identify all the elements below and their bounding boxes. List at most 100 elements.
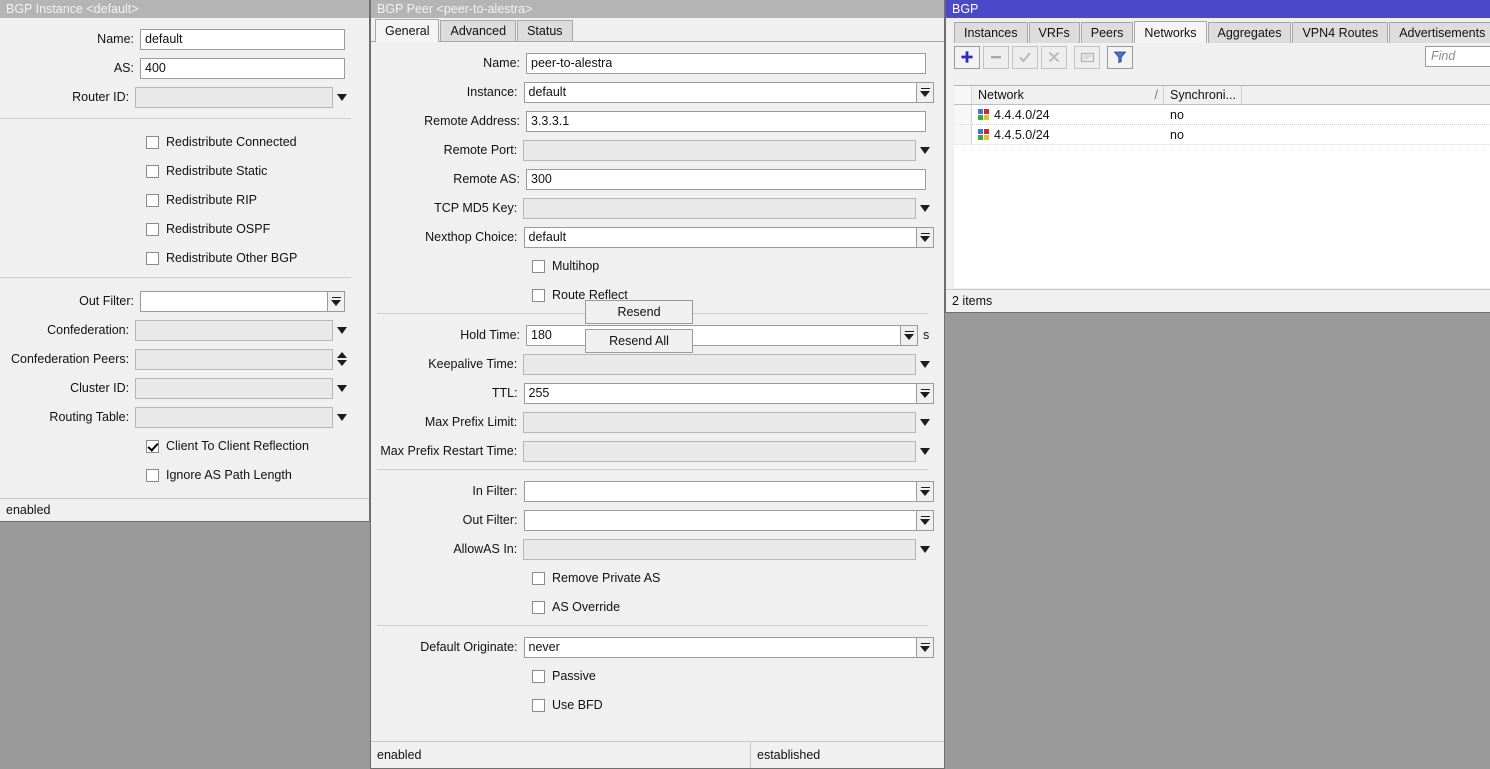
- tab-instances[interactable]: Instances: [954, 22, 1028, 43]
- tab-peers[interactable]: Peers: [1081, 22, 1134, 43]
- checkbox-as-override[interactable]: [532, 601, 545, 614]
- checkbox-remove-private-as[interactable]: [532, 572, 545, 585]
- checkbox-row-redistribute-connected[interactable]: Redistribute Connected: [0, 131, 351, 153]
- input-peer-out-filter[interactable]: [524, 510, 917, 531]
- enable-button[interactable]: [1012, 46, 1038, 69]
- chevron-down-icon-router-id[interactable]: [333, 87, 351, 108]
- add-button[interactable]: [954, 46, 980, 69]
- input-router-id[interactable]: [135, 87, 333, 108]
- bgp-peer-titlebar[interactable]: BGP Peer <peer-to-alestra>: [371, 0, 944, 18]
- input-confederation-peers[interactable]: [135, 349, 333, 370]
- chevron-down-icon-tcp-md5-key[interactable]: [916, 198, 934, 219]
- chevron-down-icon-cluster-id[interactable]: [333, 378, 351, 399]
- tab-vrfs[interactable]: VRFs: [1029, 22, 1080, 43]
- chevron-down-icon-routing-table[interactable]: [333, 407, 351, 428]
- input-routing-table[interactable]: [135, 407, 333, 428]
- remove-button[interactable]: [983, 46, 1009, 69]
- checkbox-row-redistribute-other-bgp[interactable]: Redistribute Other BGP: [0, 247, 351, 269]
- input-default-originate[interactable]: never: [524, 637, 917, 658]
- dropdown-button-peer-instance[interactable]: [917, 82, 934, 103]
- input-instance-as[interactable]: 400: [140, 58, 345, 79]
- input-max-prefix-limit[interactable]: [523, 412, 916, 433]
- checkbox-passive[interactable]: [532, 670, 545, 683]
- chevron-down-icon-max-prefix-limit[interactable]: [916, 412, 934, 433]
- chevron-down-icon-confederation[interactable]: [333, 320, 351, 341]
- tab-advertisements[interactable]: Advertisements: [1389, 22, 1490, 43]
- input-instance-out-filter[interactable]: [140, 291, 328, 312]
- dropdown-button-hold-time[interactable]: [901, 325, 918, 346]
- dropdown-button-in-filter[interactable]: [917, 481, 934, 502]
- bgp-instance-window[interactable]: BGP Instance <default> Name: default AS:…: [0, 0, 370, 522]
- input-confederation[interactable]: [135, 320, 333, 341]
- networks-table[interactable]: Network / Synchroni... 4.4.4.0/24 no: [954, 85, 1490, 288]
- spinner-icon-confederation-peers[interactable]: [333, 349, 351, 370]
- input-ttl[interactable]: 255: [524, 383, 917, 404]
- disable-button[interactable]: [1041, 46, 1067, 69]
- chevron-down-icon-keepalive-time[interactable]: [916, 354, 934, 375]
- checkbox-row-use-bfd[interactable]: Use BFD: [371, 694, 934, 716]
- dropdown-button-ttl[interactable]: [917, 383, 934, 404]
- input-tcp-md5-key[interactable]: [523, 198, 916, 219]
- input-allowas-in[interactable]: [523, 539, 916, 560]
- tab-general[interactable]: General: [375, 19, 439, 42]
- checkbox-client-to-client-reflection[interactable]: [146, 440, 159, 453]
- input-remote-as[interactable]: 300: [526, 169, 926, 190]
- tab-vpn4-routes[interactable]: VPN4 Routes: [1292, 22, 1388, 43]
- find-input[interactable]: Find: [1425, 46, 1490, 67]
- dropdown-button-nexthop-choice[interactable]: [917, 227, 934, 248]
- input-cluster-id[interactable]: [135, 378, 333, 399]
- checkbox-redistribute-static[interactable]: [146, 165, 159, 178]
- column-header-synchronize[interactable]: Synchroni...: [1164, 86, 1242, 104]
- input-in-filter[interactable]: [524, 481, 917, 502]
- checkbox-ignore-as-path-length[interactable]: [146, 469, 159, 482]
- column-header-network[interactable]: Network /: [972, 86, 1164, 104]
- checkbox-row-as-override[interactable]: AS Override: [371, 596, 934, 618]
- checkbox-use-bfd[interactable]: [532, 699, 545, 712]
- checkbox-multihop[interactable]: [532, 260, 545, 273]
- checkbox-row-redistribute-ospf[interactable]: Redistribute OSPF: [0, 218, 351, 240]
- input-keepalive-time[interactable]: [523, 354, 916, 375]
- checkbox-row-ignore-as-path-length[interactable]: Ignore AS Path Length: [0, 464, 351, 486]
- checkbox-row-remove-private-as[interactable]: Remove Private AS: [371, 567, 934, 589]
- dropdown-button-peer-out-filter[interactable]: [917, 510, 934, 531]
- input-max-prefix-restart-time[interactable]: [523, 441, 916, 462]
- checkbox-redistribute-other-bgp[interactable]: [146, 252, 159, 265]
- bgp-peer-window[interactable]: BGP Peer <peer-to-alestra> General Advan…: [370, 0, 945, 769]
- resend-button[interactable]: Resend: [585, 300, 693, 324]
- bgp-list-window[interactable]: BGP Instances VRFs Peers Networks Aggreg…: [945, 0, 1490, 313]
- table-row[interactable]: 4.4.5.0/24 no: [954, 125, 1490, 145]
- checkbox-redistribute-ospf[interactable]: [146, 223, 159, 236]
- table-row[interactable]: 4.4.4.0/24 no: [954, 105, 1490, 125]
- input-peer-instance[interactable]: default: [524, 82, 917, 103]
- tab-status[interactable]: Status: [517, 20, 572, 41]
- tab-networks[interactable]: Networks: [1134, 21, 1206, 44]
- checkbox-row-client-to-client-reflection[interactable]: Client To Client Reflection: [0, 435, 351, 457]
- dropdown-button-instance-out-filter[interactable]: [328, 291, 345, 312]
- dropdown-button-default-originate[interactable]: [917, 637, 934, 658]
- input-instance-name[interactable]: default: [140, 29, 345, 50]
- checkbox-redistribute-connected[interactable]: [146, 136, 159, 149]
- checkbox-route-reflect[interactable]: [532, 289, 545, 302]
- bgp-instance-titlebar[interactable]: BGP Instance <default>: [0, 0, 369, 18]
- comment-button[interactable]: [1074, 46, 1100, 69]
- chevron-down-icon-max-prefix-restart-time[interactable]: [916, 441, 934, 462]
- chevron-down-icon-allowas-in[interactable]: [916, 539, 934, 560]
- filter-button[interactable]: [1107, 46, 1133, 69]
- checkbox-redistribute-rip[interactable]: [146, 194, 159, 207]
- input-nexthop-choice[interactable]: default: [524, 227, 917, 248]
- tab-advanced[interactable]: Advanced: [440, 20, 516, 41]
- bgp-list-toolbar[interactable]: Find: [946, 43, 1490, 71]
- chevron-down-icon-remote-port[interactable]: [916, 140, 934, 161]
- input-remote-address[interactable]: 3.3.3.1: [526, 111, 926, 132]
- checkbox-row-redistribute-rip[interactable]: Redistribute RIP: [0, 189, 351, 211]
- checkbox-row-redistribute-static[interactable]: Redistribute Static: [0, 160, 351, 182]
- input-remote-port[interactable]: [523, 140, 916, 161]
- resend-all-button[interactable]: Resend All: [585, 329, 693, 353]
- bgp-list-titlebar[interactable]: BGP: [946, 0, 1490, 18]
- bgp-list-tabs[interactable]: Instances VRFs Peers Networks Aggregates…: [946, 18, 1490, 43]
- checkbox-row-passive[interactable]: Passive: [371, 665, 934, 687]
- tab-aggregates[interactable]: Aggregates: [1208, 22, 1292, 43]
- bgp-peer-tabs[interactable]: General Advanced Status: [371, 18, 944, 42]
- checkbox-row-multihop[interactable]: Multihop: [371, 255, 934, 277]
- input-peer-name[interactable]: peer-to-alestra: [526, 53, 926, 74]
